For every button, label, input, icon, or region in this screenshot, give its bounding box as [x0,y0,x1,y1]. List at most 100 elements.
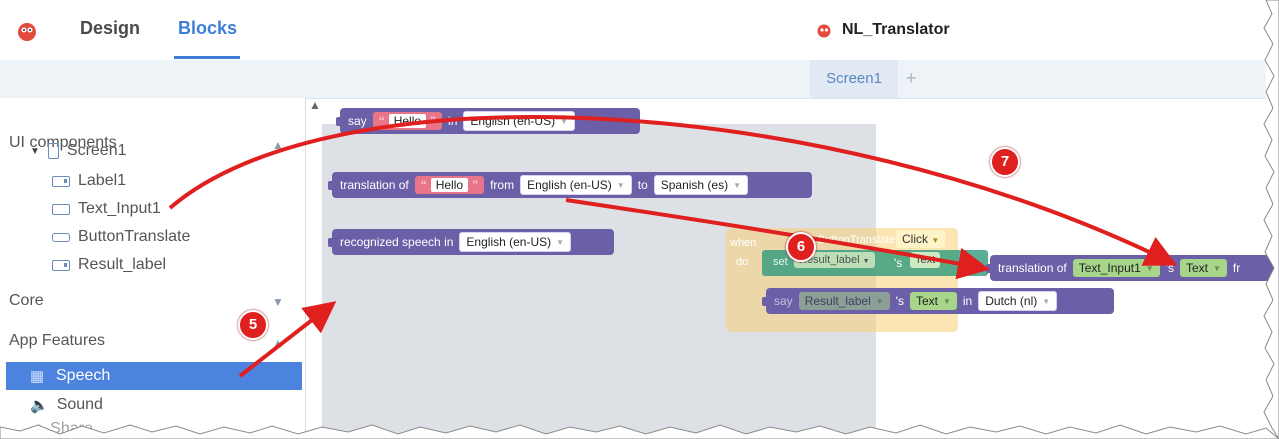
dropdown-value: Spanish (es) [660,178,729,192]
sidebar-item-speech[interactable]: ▦ Speech [6,362,302,390]
section-app-features[interactable]: App Features [9,332,105,350]
tree-item-result-label[interactable]: Result_label [52,256,166,274]
tab-screen1[interactable]: Screen1 [810,60,898,98]
string-value[interactable]: Hello [388,114,427,128]
dropdown-value: English (en-US) [527,178,612,192]
block-say-result[interactable]: say Result_label ▼ 's Text ▼ in Dutch (nl)… [762,288,1114,314]
label-component-icon [52,175,70,187]
dropdown-arrow-icon: ▼ [875,296,884,306]
event-dropdown[interactable]: Click ▼ [896,230,946,248]
sidebar-item-sound[interactable]: 🔈 Sound [30,396,103,414]
tree-item-screen1[interactable]: ▼ Screen1 [30,142,127,160]
dropdown-value: English (en-US) [470,114,556,128]
tree-item-text-input1[interactable]: Text_Input1 [52,200,161,218]
annotation-badge-7: 7 [990,147,1020,177]
possessive-keyword: 's [894,256,903,270]
block-keyword: fr [1232,261,1241,275]
dropdown-value: Result_label [804,294,871,308]
section-core[interactable]: Core [9,292,44,310]
block-keyword: 's [1165,261,1174,275]
sound-icon: 🔈 [30,397,49,414]
tab-design[interactable]: Design [80,18,140,39]
tree-label: Label1 [78,172,127,189]
set-keyword: set [773,256,788,268]
sidebar-item-label: Speech [56,367,111,384]
dropdown-value: Dutch (nl) [985,294,1038,308]
string-block[interactable]: “Hello” [414,176,485,194]
label-component-icon [52,259,70,271]
chevron-down-icon[interactable]: ▼ [272,295,284,309]
block-keyword: recognized speech in [340,235,454,249]
block-keyword: to [637,178,648,192]
language-dropdown[interactable]: English (en-US) ▼ [459,232,572,252]
dropdown-arrow-icon: ▼ [733,180,742,190]
project-icon [817,24,831,38]
sidebar-item-label: Sound [56,396,103,413]
event-do-keyword: do [736,256,749,268]
dropdown-arrow-icon: ▼ [931,236,940,245]
block-translation-of-input[interactable]: translation of Text_Input1 ▼ 's Text ▼ fr [986,255,1279,281]
component-dropdown[interactable]: Text_Input1 ▼ [1072,259,1160,277]
block-recognized-speech[interactable]: recognized speech in English (en-US) ▼ [328,229,614,255]
set-property-dropdown[interactable]: Text [910,252,941,268]
block-keyword: in [448,114,458,128]
active-tab-indicator [174,56,240,59]
speech-icon: ▦ [30,368,45,385]
component-dropdown[interactable]: Result_label ▼ [798,292,890,310]
language-dropdown[interactable]: English (en-US) ▼ [463,111,576,131]
scroll-up-icon[interactable]: ▲ [309,98,321,112]
tree-label: ButtonTranslate [78,228,191,245]
annotation-badge-5: 5 [238,310,268,340]
event-component-name[interactable]: ButtonTranslate [818,234,895,246]
property-dropdown[interactable]: Text ▼ [1179,259,1227,277]
app-logo[interactable] [16,20,38,42]
sidebar-item-share[interactable]: ☍ Share [30,420,93,438]
block-keyword: 's [895,294,904,308]
dropdown-value: Text [1185,261,1208,275]
block-translation-of[interactable]: translation of “Hello” from English (en-… [328,172,812,198]
block-keyword: translation of [340,178,409,192]
tree-item-buttontranslate[interactable]: ButtonTranslate [52,228,190,246]
top-bar: Design Blocks NL_Translator [0,0,1266,61]
block-keyword: translation of [998,261,1067,275]
expand-caret-icon[interactable]: ▼ [30,146,40,157]
string-block[interactable]: “Hello” [372,112,443,130]
chevron-up-icon[interactable]: ▲ [272,336,284,350]
from-language-dropdown[interactable]: English (en-US) ▼ [520,175,632,195]
event-when-keyword: when [730,237,757,249]
dropdown-arrow-icon: ▼ [1145,263,1154,273]
dropdown-arrow-icon: ▼ [862,258,870,265]
to-language-dropdown[interactable]: Spanish (es) ▼ [653,175,749,195]
string-value[interactable]: Hello [430,178,469,192]
tree-label: Result_label [78,256,167,273]
annotation-badge-6: 6 [786,232,816,262]
dropdown-arrow-icon: ▼ [1213,263,1221,273]
dropdown-arrow-icon: ▼ [560,116,569,126]
tree-label: Text_Input1 [78,200,161,217]
block-keyword: say [348,114,367,128]
block-say[interactable]: say “Hello” in English (en-US) ▼ [336,108,640,134]
tab-blocks[interactable]: Blocks [178,18,237,39]
share-icon: ☍ [30,422,43,436]
dropdown-arrow-icon: ▼ [556,237,565,247]
dropdown-arrow-icon: ▼ [942,296,951,306]
add-screen-button[interactable]: + [906,68,917,89]
project-title[interactable]: NL_Translator [816,21,950,39]
language-dropdown[interactable]: Dutch (nl) ▼ [978,291,1058,311]
project-name: NL_Translator [842,21,950,38]
dropdown-arrow-icon: ▼ [616,180,625,190]
to-keyword: to [964,256,974,268]
property-dropdown[interactable]: Text ▼ [909,292,957,310]
block-keyword: say [774,294,793,308]
block-keyword: in [962,294,973,308]
chevron-up-icon[interactable]: ▲ [272,138,284,152]
sidebar-item-label: Share [50,420,93,437]
dropdown-value: Text [915,254,936,266]
sidebar: UI components ▲ ▼ Screen1 Label1 Text_In… [0,98,306,439]
dropdown-arrow-icon: ▼ [1042,296,1051,306]
tree-label: Screen1 [66,142,127,159]
button-component-icon [52,232,70,242]
block-keyword: from [490,178,515,192]
dropdown-value: Text_Input1 [1078,261,1141,275]
tree-item-label1[interactable]: Label1 [52,172,126,190]
